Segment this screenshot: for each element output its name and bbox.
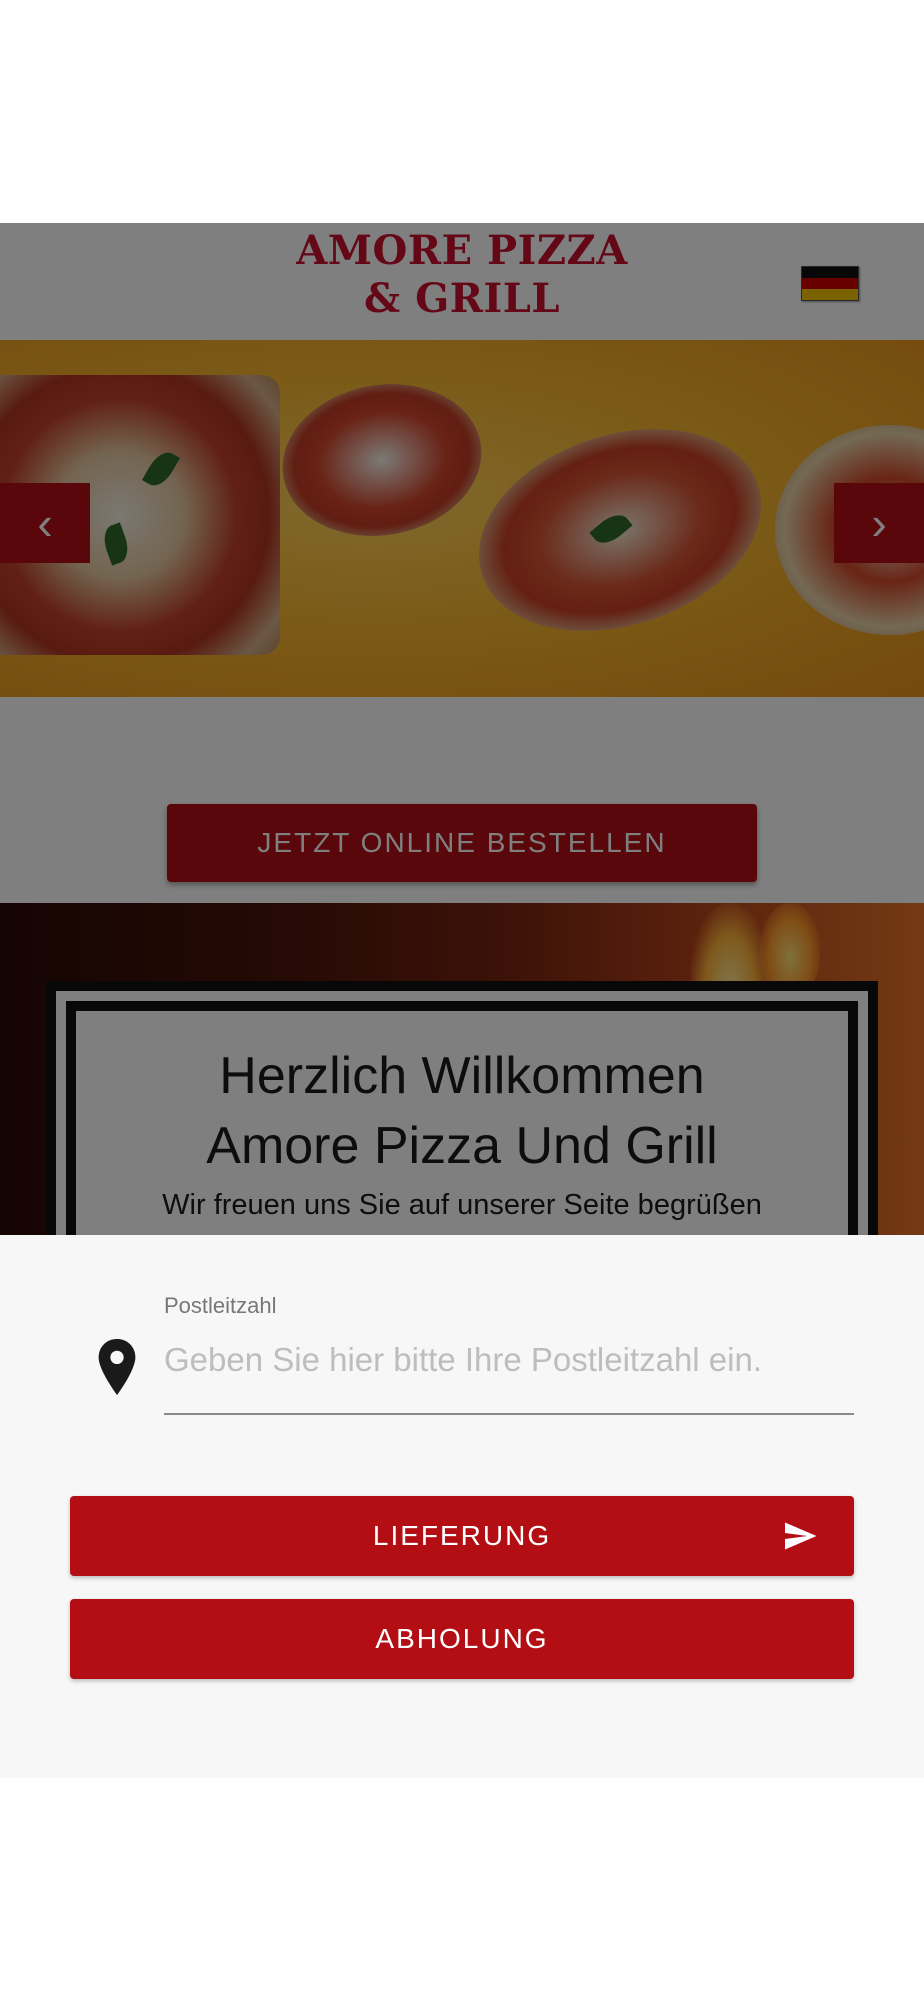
postal-code-label: Postleitzahl — [164, 1293, 277, 1318]
postal-code-input[interactable] — [164, 1333, 854, 1387]
order-type-sheet: Postleitzahl LIEFERUNG ABHOLUNG — [0, 1235, 924, 1778]
modal-overlay[interactable] — [0, 223, 924, 1235]
location-pin-icon — [98, 1339, 136, 1395]
delivery-button[interactable]: LIEFERUNG — [70, 1496, 854, 1576]
delivery-button-label: LIEFERUNG — [372, 1520, 552, 1551]
input-underline — [164, 1413, 854, 1415]
send-icon — [785, 1522, 817, 1550]
pickup-button-label: ABHOLUNG — [375, 1623, 549, 1654]
pickup-button[interactable]: ABHOLUNG — [70, 1599, 854, 1679]
page-background: AMORE PIZZA & GRILL ‹ › JETZT ONLINE BES… — [0, 223, 924, 1235]
